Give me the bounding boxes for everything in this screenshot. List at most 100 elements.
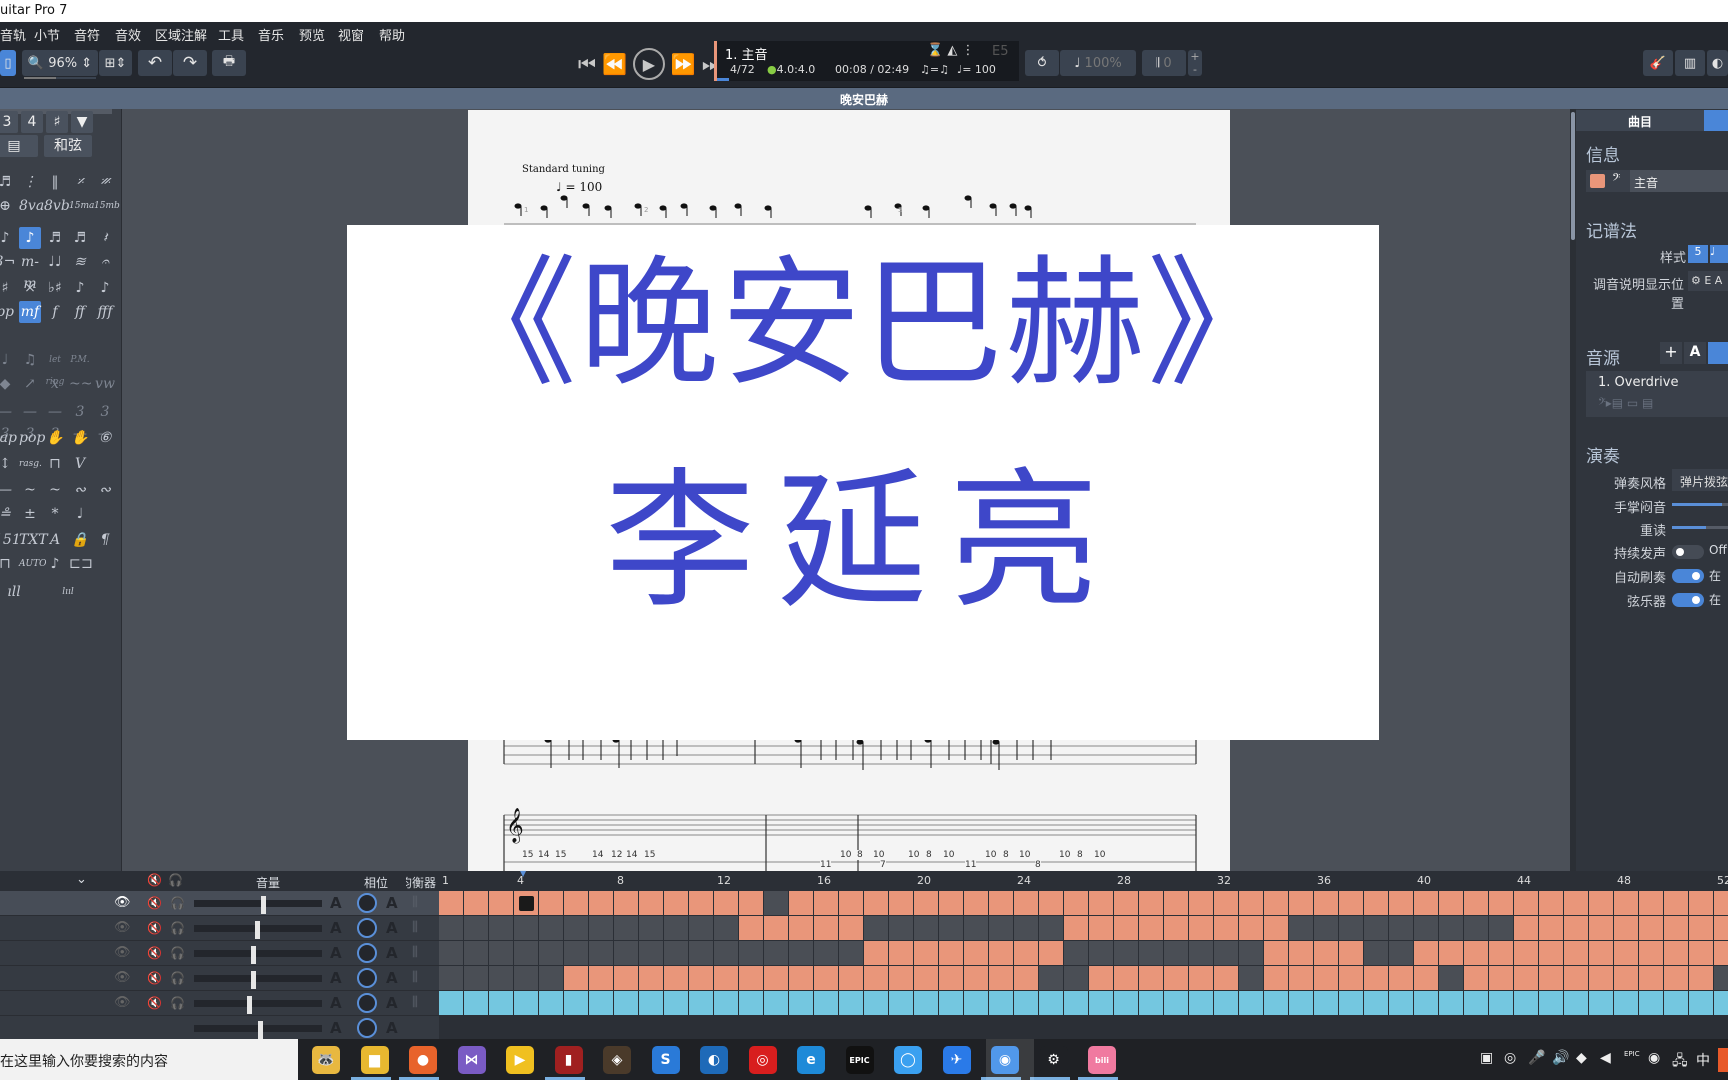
measure-cell[interactable]	[1114, 966, 1138, 990]
measure-cell[interactable]	[1114, 916, 1138, 940]
measure-cell[interactable]	[989, 941, 1013, 965]
measure-number[interactable]: 28	[1117, 874, 1131, 887]
measure-cell[interactable]	[1364, 916, 1388, 940]
measure-cell[interactable]	[689, 916, 713, 940]
volume-automation-icon[interactable]: A	[330, 994, 342, 1012]
palette-item[interactable]: ▼	[71, 111, 93, 133]
volume-handle[interactable]	[247, 996, 253, 1014]
measure-cell[interactable]	[914, 941, 938, 965]
measure-cell[interactable]	[1264, 891, 1288, 915]
speed-control[interactable]: ♩ 100%	[1060, 50, 1136, 76]
measure-cell[interactable]	[1014, 966, 1038, 990]
menu-tools[interactable]: 工具	[218, 25, 244, 44]
measure-number[interactable]: 48	[1617, 874, 1631, 887]
palette-item[interactable]: ♬	[44, 227, 66, 249]
palette-item[interactable]: 3¬	[0, 251, 16, 273]
palette-item[interactable]: ≗	[0, 503, 16, 525]
rewind-icon[interactable]: ⏪	[602, 52, 627, 76]
pan-automation-icon[interactable]: A	[386, 944, 398, 962]
measure-cell[interactable]	[1064, 916, 1088, 940]
measure-cell[interactable]	[464, 941, 488, 965]
volume-automation-icon[interactable]: A	[330, 919, 342, 937]
pan-knob[interactable]	[357, 968, 377, 988]
measure-cell[interactable]	[1339, 941, 1363, 965]
headphones-icon[interactable]: 🎧	[170, 896, 185, 910]
measure-cell[interactable]	[1464, 991, 1488, 1015]
measure-cell[interactable]	[1039, 991, 1063, 1015]
measure-cell[interactable]	[1339, 966, 1363, 990]
palette-item[interactable]: ♪	[69, 277, 91, 299]
palette-item[interactable]: —3	[19, 401, 41, 442]
note-head[interactable]	[514, 203, 522, 209]
palette-item[interactable]: 3—	[69, 401, 91, 442]
palette-item[interactable]: ♩	[0, 349, 16, 371]
measure-cell[interactable]	[514, 966, 538, 990]
netease-music-app-icon[interactable]: ◎	[748, 1046, 777, 1074]
measure-cell[interactable]	[1689, 941, 1713, 965]
tab-number[interactable]: 7	[880, 860, 886, 870]
measure-cell[interactable]	[1289, 966, 1313, 990]
layout-button[interactable]: ⊞⇕	[99, 50, 132, 76]
tab-number[interactable]: 8	[1077, 850, 1083, 860]
measure-cell[interactable]	[1364, 941, 1388, 965]
measure-cell[interactable]	[614, 891, 638, 915]
palette-item[interactable]: V	[69, 453, 91, 475]
notation-style-staff-button[interactable]: ♩	[1710, 245, 1728, 263]
measure-cell[interactable]	[1064, 966, 1088, 990]
measure-cell[interactable]	[939, 991, 963, 1015]
raccoon-app-icon[interactable]: 🦝	[312, 1046, 340, 1074]
measure-cell[interactable]	[1464, 916, 1488, 940]
palette-item[interactable]: ⊕	[0, 195, 16, 217]
measure-cell[interactable]	[1664, 966, 1688, 990]
taskbar-search-input[interactable]: 在这里输入你要搜索的内容	[0, 1039, 298, 1080]
measure-cell[interactable]	[1589, 891, 1613, 915]
measure-cell[interactable]	[1389, 966, 1413, 990]
tab-number[interactable]: 10	[908, 850, 920, 860]
measure-number[interactable]: 8	[617, 874, 624, 887]
headphones-icon[interactable]: 🎧	[170, 996, 185, 1010]
measure-cell[interactable]	[739, 991, 763, 1015]
print-button[interactable]: 🖶	[212, 50, 246, 76]
tab-number[interactable]: 11	[965, 860, 977, 870]
measure-cell[interactable]	[1239, 891, 1263, 915]
measure-cell[interactable]	[1139, 916, 1163, 940]
measure-cell[interactable]	[1639, 941, 1663, 965]
palette-item[interactable]: ♬	[69, 227, 91, 249]
measure-cell[interactable]	[1439, 891, 1463, 915]
tray-icon[interactable]: 🔊	[1552, 1050, 1569, 1066]
measure-cell[interactable]	[1039, 891, 1063, 915]
volume-slider[interactable]	[194, 1021, 322, 1039]
note-head[interactable]	[604, 205, 612, 211]
palette-item[interactable]: A	[44, 529, 66, 551]
undo-button[interactable]: ↶	[138, 50, 172, 76]
app-blue-app-icon[interactable]: ◯	[894, 1046, 922, 1074]
palette-item[interactable]: 3—	[94, 401, 116, 442]
measure-cell[interactable]	[1089, 941, 1113, 965]
measure-cell[interactable]	[1539, 966, 1563, 990]
tray-icon[interactable]: EPIC	[1624, 1050, 1640, 1058]
pan-automation-icon[interactable]: A	[386, 994, 398, 1012]
headphones-icon[interactable]: 🎧	[170, 971, 185, 985]
measure-cell[interactable]	[439, 991, 463, 1015]
measure-cell[interactable]	[1314, 991, 1338, 1015]
tray-icon[interactable]: ▣	[1480, 1050, 1493, 1066]
measure-cell[interactable]	[764, 991, 788, 1015]
automation-button[interactable]: A	[1684, 342, 1706, 364]
measure-cell[interactable]	[1414, 991, 1438, 1015]
measure-cell[interactable]	[1614, 891, 1638, 915]
tab-number[interactable]: 10	[1094, 850, 1106, 860]
measure-cell[interactable]	[1714, 916, 1728, 940]
measure-cell[interactable]	[1014, 891, 1038, 915]
measure-number[interactable]: 40	[1417, 874, 1431, 887]
track-row[interactable]: 👁 🔇 🎧 ⫼ A A	[0, 916, 439, 941]
measure-cell[interactable]	[1689, 991, 1713, 1015]
equalizer-icon[interactable]: ⫼	[412, 995, 418, 1010]
measure-cell[interactable]	[489, 891, 513, 915]
measure-cell[interactable]	[614, 991, 638, 1015]
measure-cell[interactable]	[1339, 916, 1363, 940]
add-sound-button[interactable]: +	[1660, 342, 1682, 364]
measure-cell[interactable]	[1464, 941, 1488, 965]
measure-number[interactable]: 44	[1517, 874, 1531, 887]
measure-cell[interactable]	[1514, 966, 1538, 990]
measure-cell[interactable]	[1239, 916, 1263, 940]
